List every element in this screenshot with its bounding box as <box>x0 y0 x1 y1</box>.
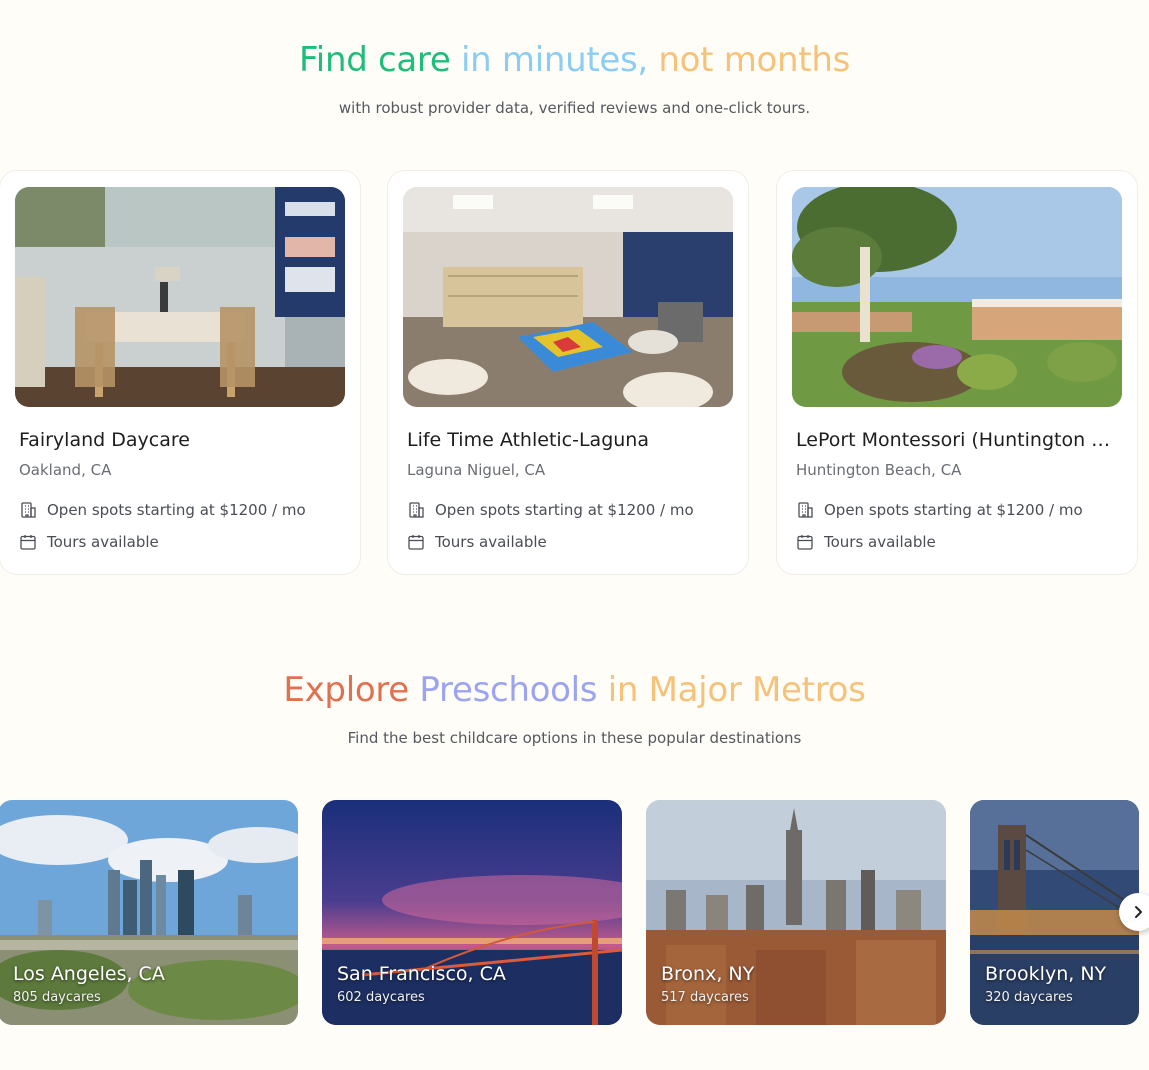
tours-row: Tours available <box>407 533 547 551</box>
metro-card-brooklyn[interactable]: Brooklyn, NY 320 daycares <box>970 800 1139 1025</box>
tours-row: Tours available <box>19 533 159 551</box>
provider-card-fairyland[interactable]: Fairyland Daycare Oakland, CA Open spots… <box>0 170 361 575</box>
tours-text: Tours available <box>47 533 159 551</box>
metros-title-part-2: Preschools <box>408 670 598 710</box>
metro-name: Brooklyn, NY <box>985 963 1107 985</box>
hero-title-part-3: not months <box>647 40 850 80</box>
provider-name[interactable]: Fairyland Daycare <box>19 429 341 451</box>
building-icon <box>21 502 36 518</box>
provider-name[interactable]: Life Time Athletic-Laguna <box>407 429 729 451</box>
provider-photo <box>403 187 733 407</box>
calendar-icon <box>408 535 424 550</box>
metro-count: 805 daycares <box>13 990 101 1005</box>
metros-subtitle: Find the best childcare options in these… <box>347 729 802 747</box>
metro-count: 602 daycares <box>337 990 425 1005</box>
provider-photo <box>15 187 345 407</box>
tours-row: Tours available <box>796 533 936 551</box>
calendar-icon <box>20 535 36 550</box>
provider-card-leport[interactable]: LePort Montessori (Huntington … Huntingt… <box>776 170 1138 575</box>
metro-count: 517 daycares <box>661 990 749 1005</box>
hero-title-part-1: Find care <box>299 40 451 80</box>
calendar-icon <box>797 535 813 550</box>
open-spots-text: Open spots starting at $1200 / mo <box>824 501 1083 519</box>
provider-card-lifetime[interactable]: Life Time Athletic-Laguna Laguna Niguel,… <box>387 170 749 575</box>
metro-card-san-francisco[interactable]: San Francisco, CA 602 daycares <box>322 800 622 1025</box>
metros-title-part-3: in Major Metros <box>597 670 866 710</box>
tours-text: Tours available <box>824 533 936 551</box>
metro-count: 320 daycares <box>985 990 1073 1005</box>
open-spots-row: Open spots starting at $1200 / mo <box>407 501 694 519</box>
metro-card-los-angeles[interactable]: Los Angeles, CA 805 daycares <box>0 800 298 1025</box>
provider-photo <box>792 187 1122 407</box>
metro-card-bronx[interactable]: Bronx, NY 517 daycares <box>646 800 946 1025</box>
carousel-next-button[interactable] <box>1119 893 1149 931</box>
open-spots-row: Open spots starting at $1200 / mo <box>19 501 306 519</box>
open-spots-text: Open spots starting at $1200 / mo <box>47 501 306 519</box>
provider-location: Oakland, CA <box>19 461 112 479</box>
metros-title-part-1: Explore <box>283 670 409 710</box>
metro-name: Los Angeles, CA <box>13 963 165 985</box>
hero-title: Find care in minutes, not months <box>0 40 1149 80</box>
hero-title-part-2: in minutes, <box>450 40 648 80</box>
hero-subtitle: with robust provider data, verified revi… <box>338 99 811 117</box>
building-icon <box>798 502 813 518</box>
metro-name: Bronx, NY <box>661 963 755 985</box>
provider-name[interactable]: LePort Montessori (Huntington … <box>796 429 1118 451</box>
open-spots-text: Open spots starting at $1200 / mo <box>435 501 694 519</box>
open-spots-row: Open spots starting at $1200 / mo <box>796 501 1083 519</box>
building-icon <box>409 502 424 518</box>
metro-name: San Francisco, CA <box>337 963 506 985</box>
provider-location: Laguna Niguel, CA <box>407 461 546 479</box>
metros-title: Explore Preschools in Major Metros <box>0 670 1149 710</box>
chevron-right-icon <box>1135 906 1142 918</box>
tours-text: Tours available <box>435 533 547 551</box>
provider-location: Huntington Beach, CA <box>796 461 962 479</box>
